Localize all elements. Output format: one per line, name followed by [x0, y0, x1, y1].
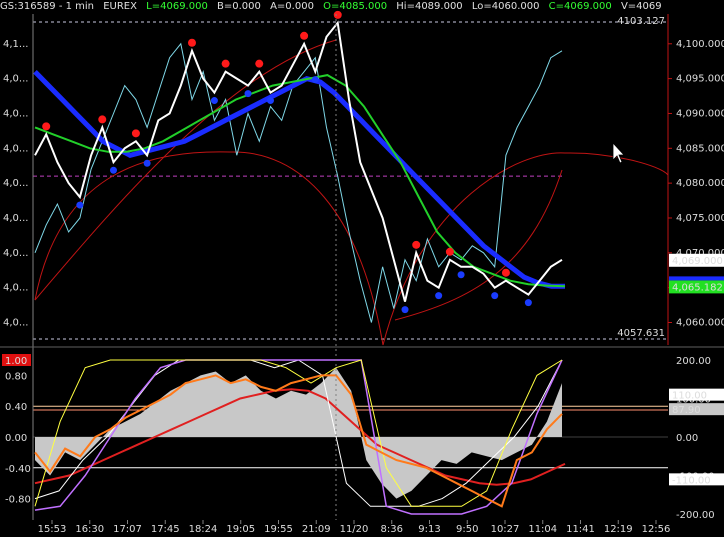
- time-tick-label: 16:30: [75, 524, 104, 535]
- time-tick-label: 10:27: [491, 524, 520, 535]
- swing-high-marker: [42, 122, 51, 131]
- time-tick-label: 17:45: [151, 524, 180, 535]
- left-price-tick-label: 4,0...: [3, 143, 28, 154]
- price-tick-label: 4,075.000: [676, 213, 724, 224]
- osc-value-label: 110.00: [672, 391, 707, 402]
- swing-low-marker: [266, 97, 274, 105]
- left-price-tick-label: 4,0...: [3, 283, 28, 294]
- swing-low-marker: [76, 201, 84, 209]
- left-price-tick-label: 4,0...: [3, 108, 28, 119]
- swing-low-marker: [435, 292, 443, 300]
- swing-high-marker: [255, 59, 264, 68]
- blue-moving-average: [33, 69, 565, 289]
- swing-high-marker: [412, 240, 421, 249]
- time-tick-label: 15:53: [38, 524, 67, 535]
- price-tick-label: 4,060.000: [676, 317, 724, 328]
- osc-left-tick-label: 0.00: [5, 433, 27, 444]
- swing-high-marker: [445, 247, 454, 256]
- blue-ma-marker: [669, 276, 724, 281]
- time-tick-label: 19:05: [226, 524, 255, 535]
- swing-low-marker: [311, 76, 319, 84]
- swing-low-marker: [210, 97, 218, 105]
- left-price-tick-label: 4,0...: [3, 317, 28, 328]
- time-tick-label: 8:36: [381, 524, 403, 535]
- time-tick-label: 19:55: [264, 524, 293, 535]
- price-line: [34, 20, 563, 302]
- left-price-tick-label: 4,0...: [3, 248, 28, 259]
- swing-low-marker: [143, 159, 151, 167]
- left-price-tick-label: 4,0...: [3, 74, 28, 85]
- oscillator-panel: [33, 359, 668, 515]
- swing-high-marker: [131, 129, 140, 138]
- swing-high-marker: [501, 268, 510, 277]
- osc-left-tick-label: 0.40: [5, 402, 27, 413]
- red-trend-left: [34, 39, 337, 301]
- oscillator-fill-area: [35, 367, 562, 499]
- trading-chart[interactable]: 4103.127 4057.631 4,100.000 4,1... 4,095.00…: [0, 0, 724, 537]
- swing-high-marker: [333, 10, 342, 19]
- time-tick-label: 11:41: [566, 524, 595, 535]
- swing-low-marker: [244, 90, 252, 98]
- range-low-label: 4057.631: [617, 328, 665, 339]
- red-arc-right: [382, 152, 669, 346]
- osc-left-tick-label: 1.00: [5, 356, 27, 367]
- swing-low-marker: [457, 271, 465, 279]
- price-tick-label: 4,095.000: [676, 74, 724, 85]
- osc-right-tick-label: 0.00: [676, 433, 698, 444]
- osc-right-tick-label: 200.00: [676, 356, 711, 367]
- osc-value-label: 87.90: [672, 405, 701, 416]
- left-price-tick-label: 4,1...: [3, 39, 28, 50]
- osc-right-tick-label: -200.00: [676, 510, 715, 521]
- time-tick-label: 12:19: [604, 524, 633, 535]
- price-tick-label: 4,100.000: [676, 39, 724, 50]
- osc-left-tick-label: 0.80: [5, 371, 27, 382]
- osc-left-tick-label: -0.80: [5, 495, 31, 506]
- price-tick-label: 4,080.000: [676, 178, 724, 189]
- last-price-label: 4,069.000: [672, 256, 723, 267]
- swing-low-marker: [109, 166, 117, 174]
- range-high-label: 4103.127: [617, 16, 665, 27]
- time-tick-label: 21:09: [302, 524, 331, 535]
- time-tick-label: 11/20: [340, 524, 369, 535]
- mouse-cursor-icon: [612, 141, 625, 164]
- swing-low-marker: [401, 306, 409, 314]
- osc-value-label: -110.00: [672, 475, 711, 486]
- time-tick-label: 17:07: [113, 524, 142, 535]
- time-tick-label: 9:50: [456, 524, 478, 535]
- time-tick-label: 12:56: [642, 524, 671, 535]
- swing-low-marker: [491, 292, 499, 300]
- time-tick-label: 9:13: [418, 524, 440, 535]
- swing-high-marker: [300, 31, 309, 40]
- price-tick-label: 4,085.000: [676, 143, 724, 154]
- swing-high-marker: [221, 59, 230, 68]
- ma-value-label: 4,065.182: [672, 282, 723, 293]
- time-tick-label: 11:04: [528, 524, 557, 535]
- left-price-tick-label: 4,0...: [3, 178, 28, 189]
- swing-low-marker: [524, 299, 532, 307]
- osc-left-tick-label: -0.40: [5, 464, 31, 475]
- swing-high-marker: [187, 38, 196, 47]
- time-tick-label: 18:24: [189, 524, 218, 535]
- red-arc-left: [34, 151, 384, 346]
- left-price-tick-label: 4,0...: [3, 213, 28, 224]
- swing-high-marker: [98, 115, 107, 124]
- price-tick-label: 4,090.000: [676, 108, 724, 119]
- price-panel: 4103.127 4057.631: [33, 10, 669, 346]
